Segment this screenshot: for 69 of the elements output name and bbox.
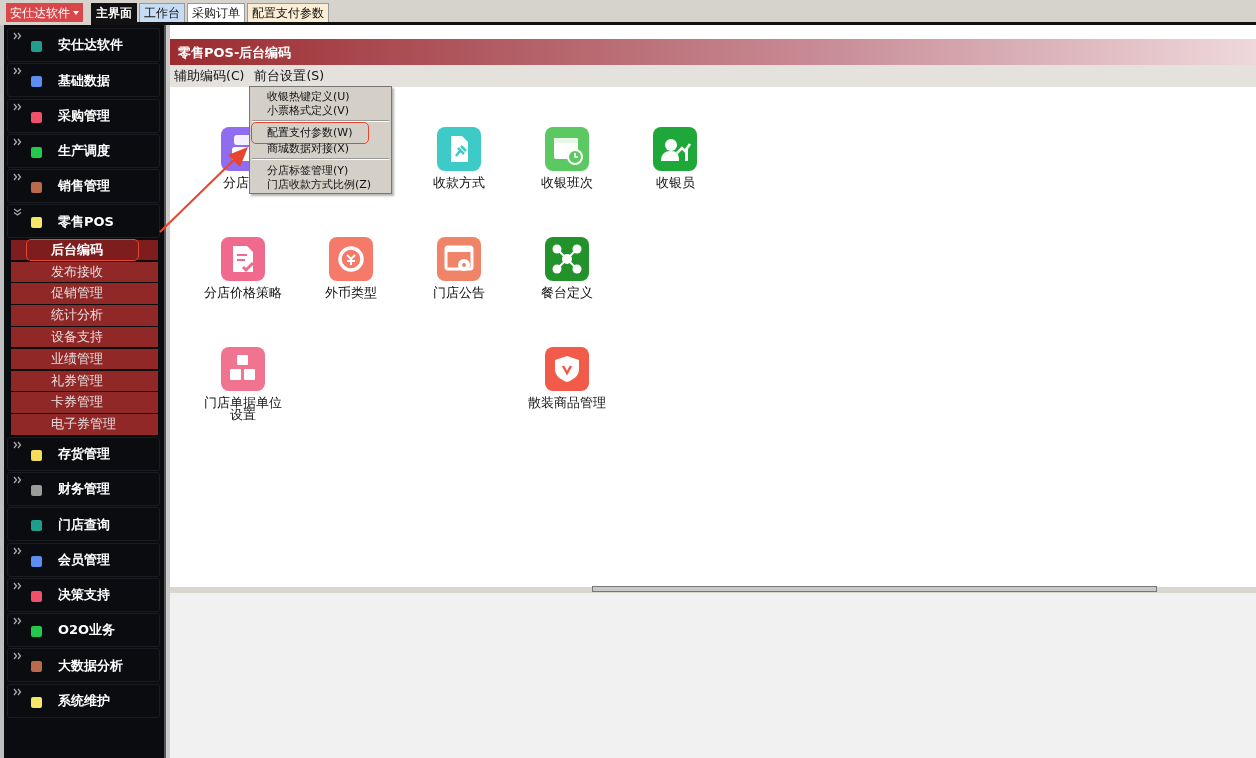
- sidebar-item[interactable]: 存货管理: [7, 436, 160, 471]
- submenu-item[interactable]: 统计分析: [11, 305, 158, 326]
- expand-icon[interactable]: [13, 67, 22, 76]
- submenu-item[interactable]: 促销管理: [11, 283, 158, 304]
- tab[interactable]: 主界面: [91, 3, 137, 22]
- splitter-handle[interactable]: [592, 586, 1157, 592]
- module-label[interactable]: 门店公告: [420, 287, 498, 299]
- module-label[interactable]: 收款方式: [420, 177, 498, 189]
- module-label[interactable]: 分店价格策略: [204, 287, 282, 299]
- module-label[interactable]: 收银员: [636, 177, 714, 189]
- brand-menu-button[interactable]: 安仕达软件: [6, 3, 83, 22]
- expand-icon[interactable]: [13, 687, 22, 696]
- sidebar-item[interactable]: 生产调度: [7, 133, 160, 168]
- caret-icon: [73, 10, 79, 15]
- expand-icon[interactable]: [13, 475, 22, 484]
- expand-icon[interactable]: [13, 137, 22, 146]
- sidebar-item[interactable]: 采购管理: [7, 98, 160, 133]
- sidebar-item[interactable]: 零售POS: [7, 204, 160, 239]
- submenu-item[interactable]: 卡券管理: [11, 392, 158, 413]
- module-icon[interactable]: [437, 237, 481, 281]
- expand-icon[interactable]: [13, 173, 22, 182]
- expand-icon[interactable]: [13, 32, 22, 40]
- expand-icon[interactable]: [13, 581, 22, 590]
- splitter[interactable]: [170, 587, 1256, 593]
- tab[interactable]: 工作台: [139, 3, 185, 22]
- module-icon[interactable]: [545, 237, 589, 281]
- submenu-item[interactable]: 电子券管理: [11, 414, 158, 435]
- module-icon[interactable]: [221, 347, 265, 391]
- menu-option[interactable]: 小票格式定义(V): [250, 103, 391, 117]
- submenu-item[interactable]: 业绩管理: [11, 348, 158, 370]
- sidebar-item[interactable]: 安仕达软件: [7, 28, 160, 62]
- tab[interactable]: 采购订单: [187, 3, 245, 22]
- expand-icon[interactable]: [13, 102, 22, 111]
- menu-option[interactable]: 配置支付参数(W): [250, 122, 391, 144]
- sidebar-item[interactable]: 系统维护: [7, 683, 160, 718]
- menu-item[interactable]: 前台设置(S): [254, 67, 325, 85]
- module-icon[interactable]: [653, 127, 697, 171]
- menu-option[interactable]: 收银热键定义(U): [250, 89, 391, 103]
- expand-icon[interactable]: [13, 617, 22, 626]
- tab[interactable]: 配置支付参数: [247, 3, 329, 22]
- sidebar-item[interactable]: 销售管理: [7, 169, 160, 204]
- module-label[interactable]: 收银班次: [528, 177, 606, 189]
- module-label[interactable]: 门店单据单位设置: [204, 397, 282, 421]
- submenu-item[interactable]: 发布接收: [11, 261, 158, 283]
- menu-item[interactable]: 辅助编码(C): [174, 67, 245, 85]
- expand-icon[interactable]: [13, 546, 22, 555]
- module-label[interactable]: 餐台定义: [528, 287, 606, 299]
- submenu-item[interactable]: 后台编码: [11, 239, 158, 261]
- module-icon[interactable]: [221, 237, 265, 281]
- menu-option[interactable]: 分店标签管理(Y): [250, 163, 391, 177]
- expand-icon[interactable]: [13, 652, 22, 661]
- module-label[interactable]: 外币类型: [312, 287, 390, 299]
- expand-icon[interactable]: [13, 440, 22, 449]
- submenu-item[interactable]: 设备支持: [11, 326, 158, 348]
- module-icon[interactable]: [329, 237, 373, 281]
- menu-option[interactable]: 商城数据对接(X): [250, 141, 391, 155]
- module-icon[interactable]: [545, 347, 589, 391]
- collapse-icon[interactable]: [13, 208, 22, 217]
- panel-title: 零售POS-后台编码: [170, 39, 1256, 65]
- module-label[interactable]: 散装商品管理: [528, 397, 606, 409]
- menu-option[interactable]: 门店收款方式比例(Z): [250, 177, 391, 191]
- submenu-item[interactable]: 礼券管理: [11, 370, 158, 392]
- sidebar-item[interactable]: 基础数据: [7, 63, 160, 98]
- sidebar-item[interactable]: 大数据分析: [7, 648, 160, 683]
- sidebar-item[interactable]: 门店查询: [7, 507, 160, 542]
- sidebar-item[interactable]: 财务管理: [7, 471, 160, 506]
- sidebar-item[interactable]: O2O业务: [7, 613, 160, 648]
- sidebar-item[interactable]: 会员管理: [7, 542, 160, 577]
- sidebar-item[interactable]: 决策支持: [7, 577, 160, 612]
